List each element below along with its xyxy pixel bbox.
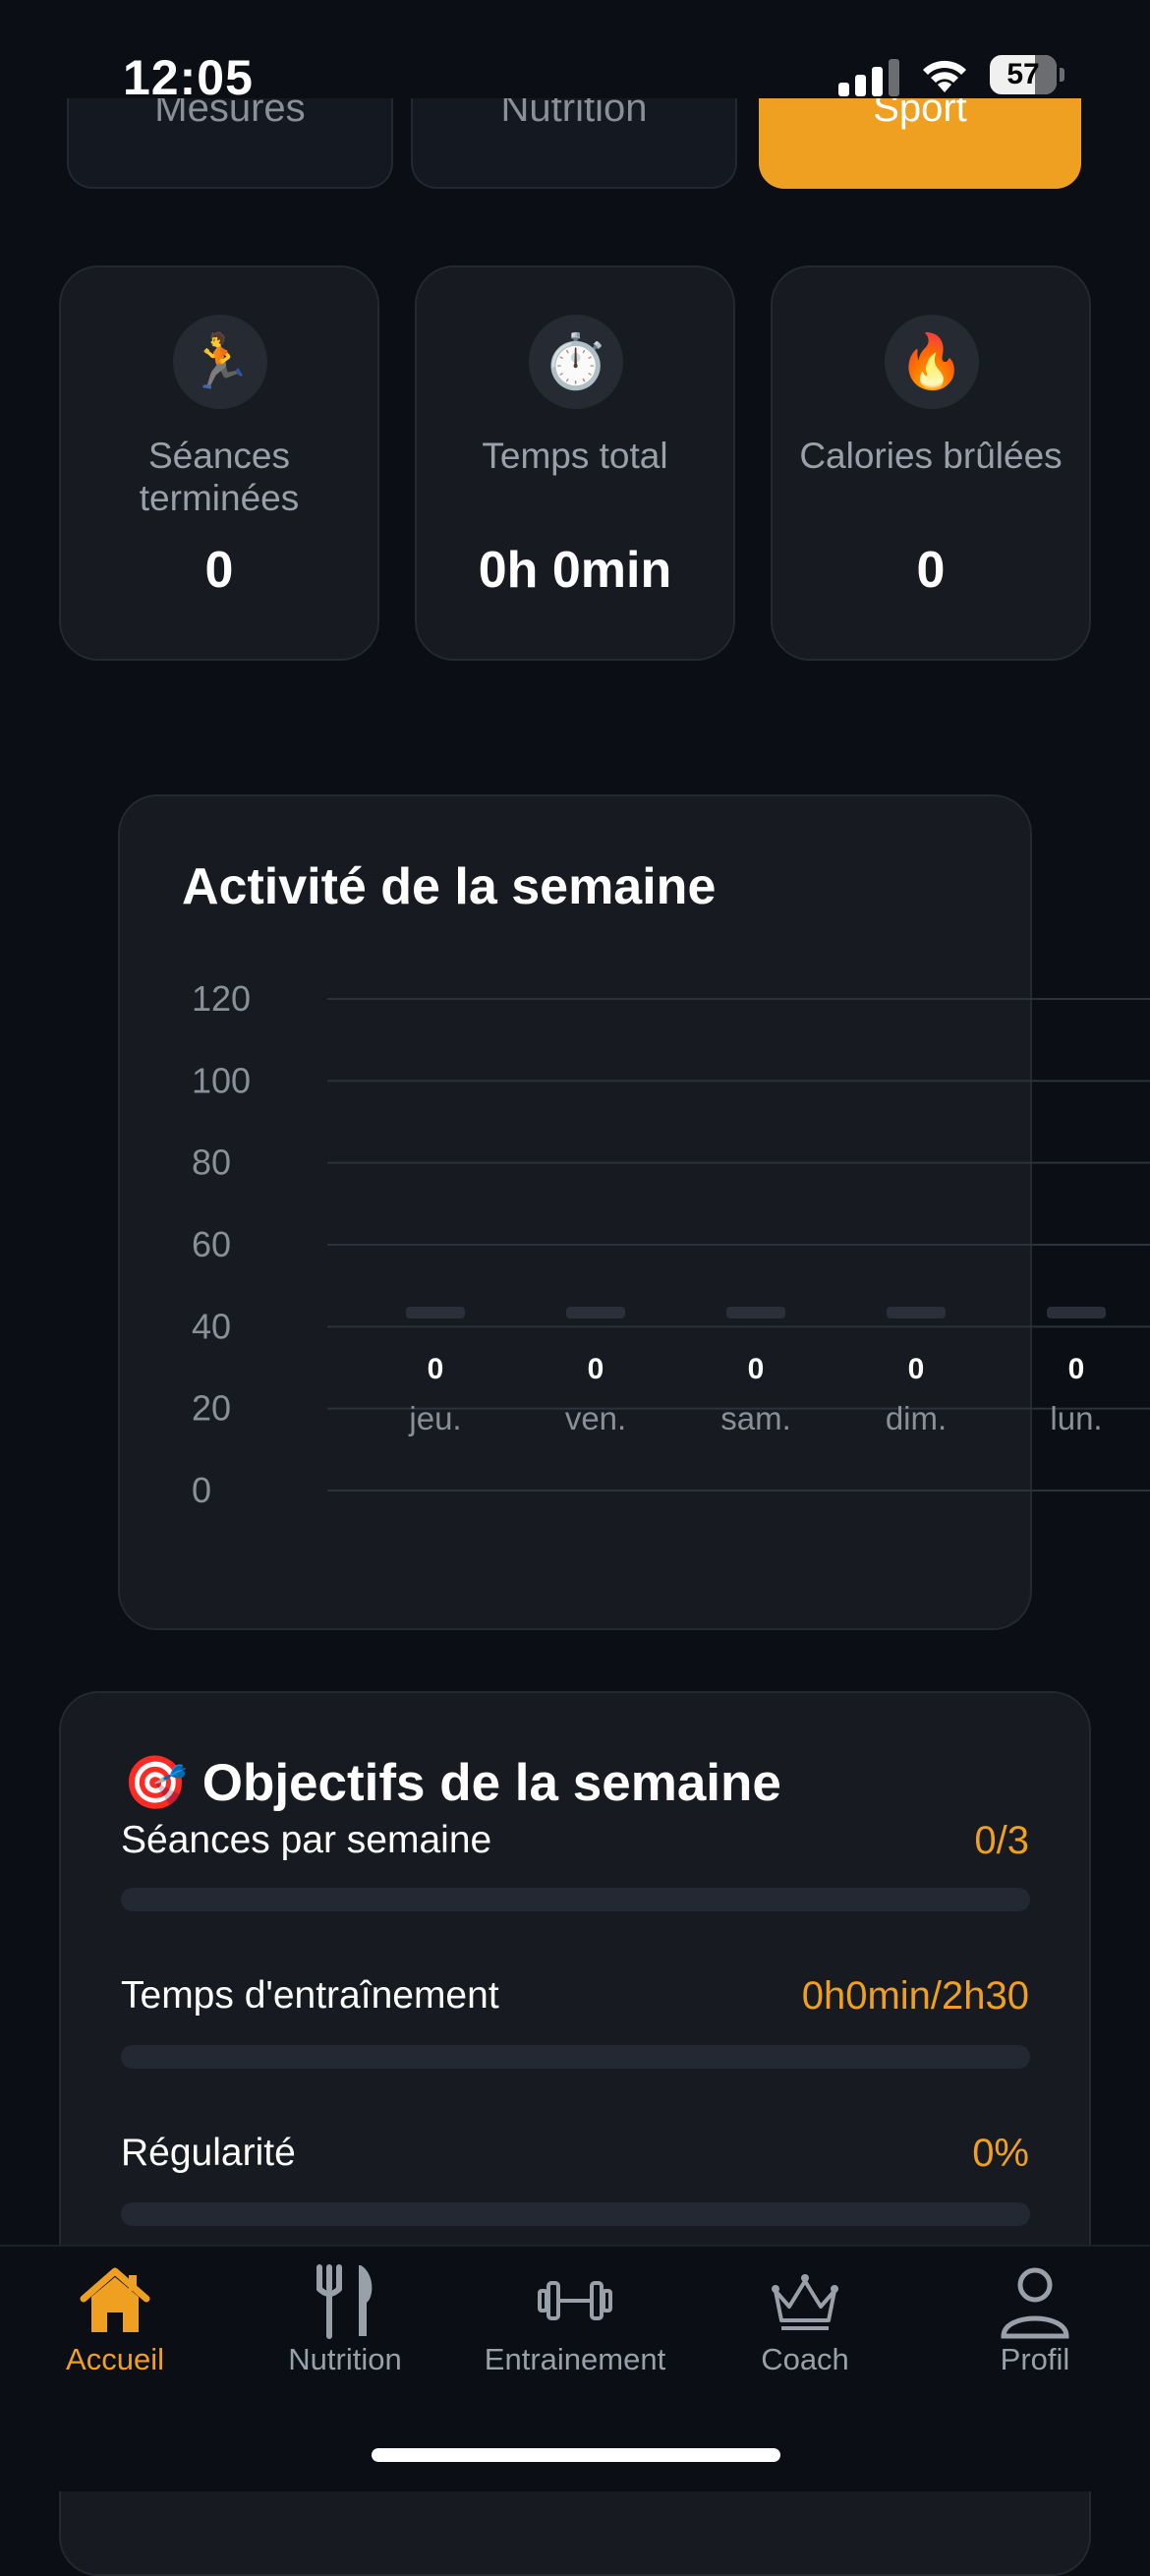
goal-label-training-time: Temps d'entraînement xyxy=(121,1974,499,2017)
target-icon: 🎯 xyxy=(123,1754,188,1812)
y-tick-label: 100 xyxy=(192,1060,251,1100)
goal-value-sessions: 0/3 xyxy=(974,1819,1029,1862)
nav-label: Profil xyxy=(1000,2342,1070,2376)
goal-value-training-time: 0h0min/2h30 xyxy=(801,1974,1029,2018)
goal-progress-regularity xyxy=(121,2202,1030,2226)
goal-label-regularity: Régularité xyxy=(121,2132,296,2174)
nav-accueil[interactable]: Accueil xyxy=(0,2261,230,2389)
person-icon xyxy=(1001,2267,1069,2339)
x-tick-label: dim. xyxy=(886,1400,947,1436)
chart-bar xyxy=(406,1307,465,1318)
goal-value-regularity: 0% xyxy=(972,2132,1029,2175)
goals-title: 🎯 Objectifs de la semaine xyxy=(123,1752,781,1813)
nav-nutrition[interactable]: Nutrition xyxy=(230,2261,460,2389)
chart-bar xyxy=(1047,1307,1106,1318)
bar-value-label: 0 xyxy=(908,1353,925,1385)
bar-value-label: 0 xyxy=(748,1353,765,1385)
bar-value-label: 0 xyxy=(1068,1353,1085,1385)
nav-label: Nutrition xyxy=(288,2342,402,2376)
bar-value-label: 0 xyxy=(588,1353,604,1385)
chart-bar xyxy=(566,1307,625,1318)
nav-label: Coach xyxy=(761,2342,849,2376)
goal-progress-training-time xyxy=(121,2045,1030,2069)
x-tick-label: lun. xyxy=(1050,1400,1102,1436)
nav-label: Entrainement xyxy=(484,2342,666,2376)
y-tick-label: 60 xyxy=(192,1224,231,1264)
home-indicator xyxy=(372,2448,780,2462)
bar-value-label: 0 xyxy=(428,1353,444,1385)
crown-icon xyxy=(772,2274,838,2330)
home-icon xyxy=(80,2267,150,2332)
dumbbell-icon xyxy=(538,2281,612,2320)
nav-coach[interactable]: Coach xyxy=(690,2261,920,2389)
y-tick-label: 80 xyxy=(192,1142,231,1183)
x-tick-label: sam. xyxy=(720,1400,791,1436)
nav-entrainement[interactable]: Entrainement xyxy=(460,2261,690,2389)
nav-label: Accueil xyxy=(66,2342,164,2376)
y-tick-label: 0 xyxy=(192,1470,211,1510)
y-tick-label: 40 xyxy=(192,1306,231,1346)
chart-bar xyxy=(887,1307,946,1318)
goal-progress-sessions xyxy=(121,1888,1030,1911)
x-tick-label: ven. xyxy=(565,1400,626,1436)
goal-label-sessions: Séances par semaine xyxy=(121,1819,492,1861)
y-tick-label: 120 xyxy=(192,978,251,1019)
y-tick-label: 20 xyxy=(192,1388,231,1429)
goals-title-text: Objectifs de la semaine xyxy=(201,1754,781,1812)
fork-knife-icon xyxy=(316,2264,373,2339)
chart-bar xyxy=(726,1307,785,1318)
x-tick-label: jeu. xyxy=(408,1400,461,1436)
nav-profil[interactable]: Profil xyxy=(920,2261,1150,2389)
weekly-activity-chart: 0 20 40 60 80 100 120 0 jeu. 0 ven. 0 sam. 0 dim. 0 lun. xyxy=(192,978,1150,1510)
